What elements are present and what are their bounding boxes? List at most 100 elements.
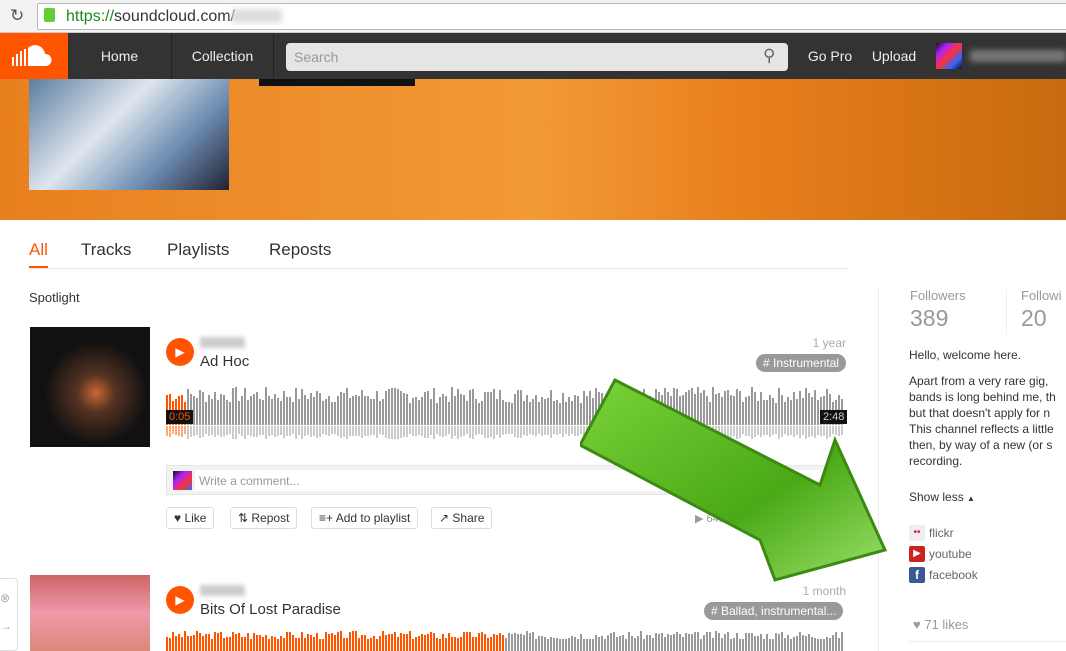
waveform-bar <box>460 394 462 425</box>
play-button[interactable]: ▶ <box>166 586 194 614</box>
track-tag[interactable]: # Instrumental <box>756 354 847 372</box>
like-button[interactable]: ♥ Like <box>166 507 215 529</box>
waveform-bar <box>388 389 390 425</box>
tab-reposts[interactable]: Reposts <box>269 240 331 260</box>
waveform-bar <box>274 426 276 437</box>
waveform-bar <box>373 399 375 425</box>
side-panel-edge[interactable]: ⊗ → <box>0 578 18 651</box>
nav-go-pro[interactable]: Go Pro <box>800 33 860 79</box>
share-button[interactable]: ↗ Share <box>431 507 493 529</box>
waveform-bar <box>691 634 693 651</box>
waveform-bar <box>523 635 525 651</box>
following-count[interactable]: 20 <box>1021 305 1047 332</box>
waveform-bar <box>532 426 534 435</box>
reload-icon[interactable]: ↻ <box>10 6 24 26</box>
waveform-bar <box>217 633 219 651</box>
waveform-bar <box>361 390 363 425</box>
blurred-url-path <box>232 9 282 23</box>
followers-label[interactable]: Followers <box>910 288 966 303</box>
waveform-bar <box>289 632 291 651</box>
waveform-bar <box>550 390 552 425</box>
search-input[interactable]: Search <box>286 43 788 71</box>
track-artwork[interactable] <box>30 327 150 447</box>
track-tag[interactable]: # Ballad, instrumental... <box>704 602 844 620</box>
waveform-bar <box>526 631 528 651</box>
track-title[interactable]: Bits Of Lost Paradise <box>200 601 341 618</box>
waveform-bar <box>286 397 288 425</box>
waveform-bar <box>553 426 555 434</box>
waveform-bar <box>319 639 321 651</box>
track-artist[interactable] <box>200 585 245 596</box>
waveform-bar <box>337 396 339 425</box>
waveform-bar <box>394 388 396 425</box>
waveform-bar <box>349 426 351 436</box>
tab-tracks[interactable]: Tracks <box>81 240 131 260</box>
show-less-toggle[interactable]: Show less ▲ <box>909 489 975 507</box>
following-label[interactable]: Followi <box>1021 288 1061 303</box>
link-facebook[interactable]: f facebook <box>909 567 978 583</box>
waveform-bar <box>235 387 237 425</box>
waveform-bar <box>250 639 252 651</box>
search-icon[interactable]: ⚲ <box>763 46 775 66</box>
track-artwork[interactable] <box>30 575 150 651</box>
tab-playlists[interactable]: Playlists <box>167 240 229 260</box>
track-title[interactable]: Ad Hoc <box>200 353 249 370</box>
waveform-bar <box>646 635 648 651</box>
waveform-bar <box>178 634 180 651</box>
play-button[interactable]: ▶ <box>166 338 194 366</box>
waveform-bar <box>790 639 792 651</box>
nav-collection[interactable]: Collection <box>172 33 274 79</box>
waveform-bar <box>547 639 549 651</box>
followers-count[interactable]: 389 <box>910 305 948 332</box>
address-bar[interactable]: https://soundcloud.com/ <box>37 3 1066 30</box>
waveform-bar <box>643 639 645 651</box>
blurred-username[interactable] <box>970 50 1066 62</box>
waveform-bar <box>499 390 501 425</box>
waveform-bar <box>427 391 429 425</box>
waveform-bar <box>451 426 453 439</box>
waveform-bar <box>421 634 423 651</box>
waveform-bar <box>481 401 483 425</box>
waveform-bar <box>244 388 246 425</box>
user-avatar[interactable] <box>936 43 962 69</box>
waveform-bar <box>817 639 819 651</box>
soundcloud-logo[interactable] <box>0 33 68 79</box>
waveform-bar <box>301 426 303 439</box>
waveform[interactable] <box>166 630 846 651</box>
waveform-bar <box>808 634 810 651</box>
waveform-bar <box>673 634 675 651</box>
link-youtube[interactable]: ▶ youtube <box>909 546 972 562</box>
waveform-bar <box>199 390 201 425</box>
waveform-bar <box>316 426 318 438</box>
add-to-playlist-button[interactable]: ≡+ Add to playlist <box>311 507 419 529</box>
track-artist[interactable] <box>200 337 245 348</box>
waveform-bar <box>826 637 828 651</box>
waveform-bar <box>178 426 180 436</box>
waveform-bar <box>241 396 243 425</box>
waveform-bar <box>334 426 336 434</box>
waveform-bar <box>403 634 405 651</box>
repost-button[interactable]: ⇅ Repost <box>230 507 298 529</box>
waveform-bar <box>253 426 255 437</box>
waveform-bar <box>412 639 414 651</box>
waveform-bar <box>418 400 420 425</box>
waveform-bar <box>190 426 192 437</box>
waveform-bar <box>313 426 315 436</box>
waveform-bar <box>454 637 456 651</box>
nav-upload[interactable]: Upload <box>864 33 924 79</box>
nav-home[interactable]: Home <box>68 33 172 79</box>
waveform-bar <box>421 397 423 425</box>
waveform-bar <box>199 633 201 651</box>
waveform-bar <box>469 632 471 651</box>
waveform-bar <box>217 400 219 425</box>
waveform-bar <box>496 399 498 425</box>
likes-link[interactable]: ♥ 71 likes <box>913 617 968 632</box>
waveform-bar <box>526 395 528 425</box>
link-flickr[interactable]: •• flickr <box>909 525 954 541</box>
waveform-bar <box>265 387 267 425</box>
waveform-bar <box>493 389 495 425</box>
waveform-bar <box>343 393 345 425</box>
waveform-bar <box>175 636 177 651</box>
waveform-bar <box>631 636 633 651</box>
tab-all[interactable]: All <box>29 240 48 268</box>
